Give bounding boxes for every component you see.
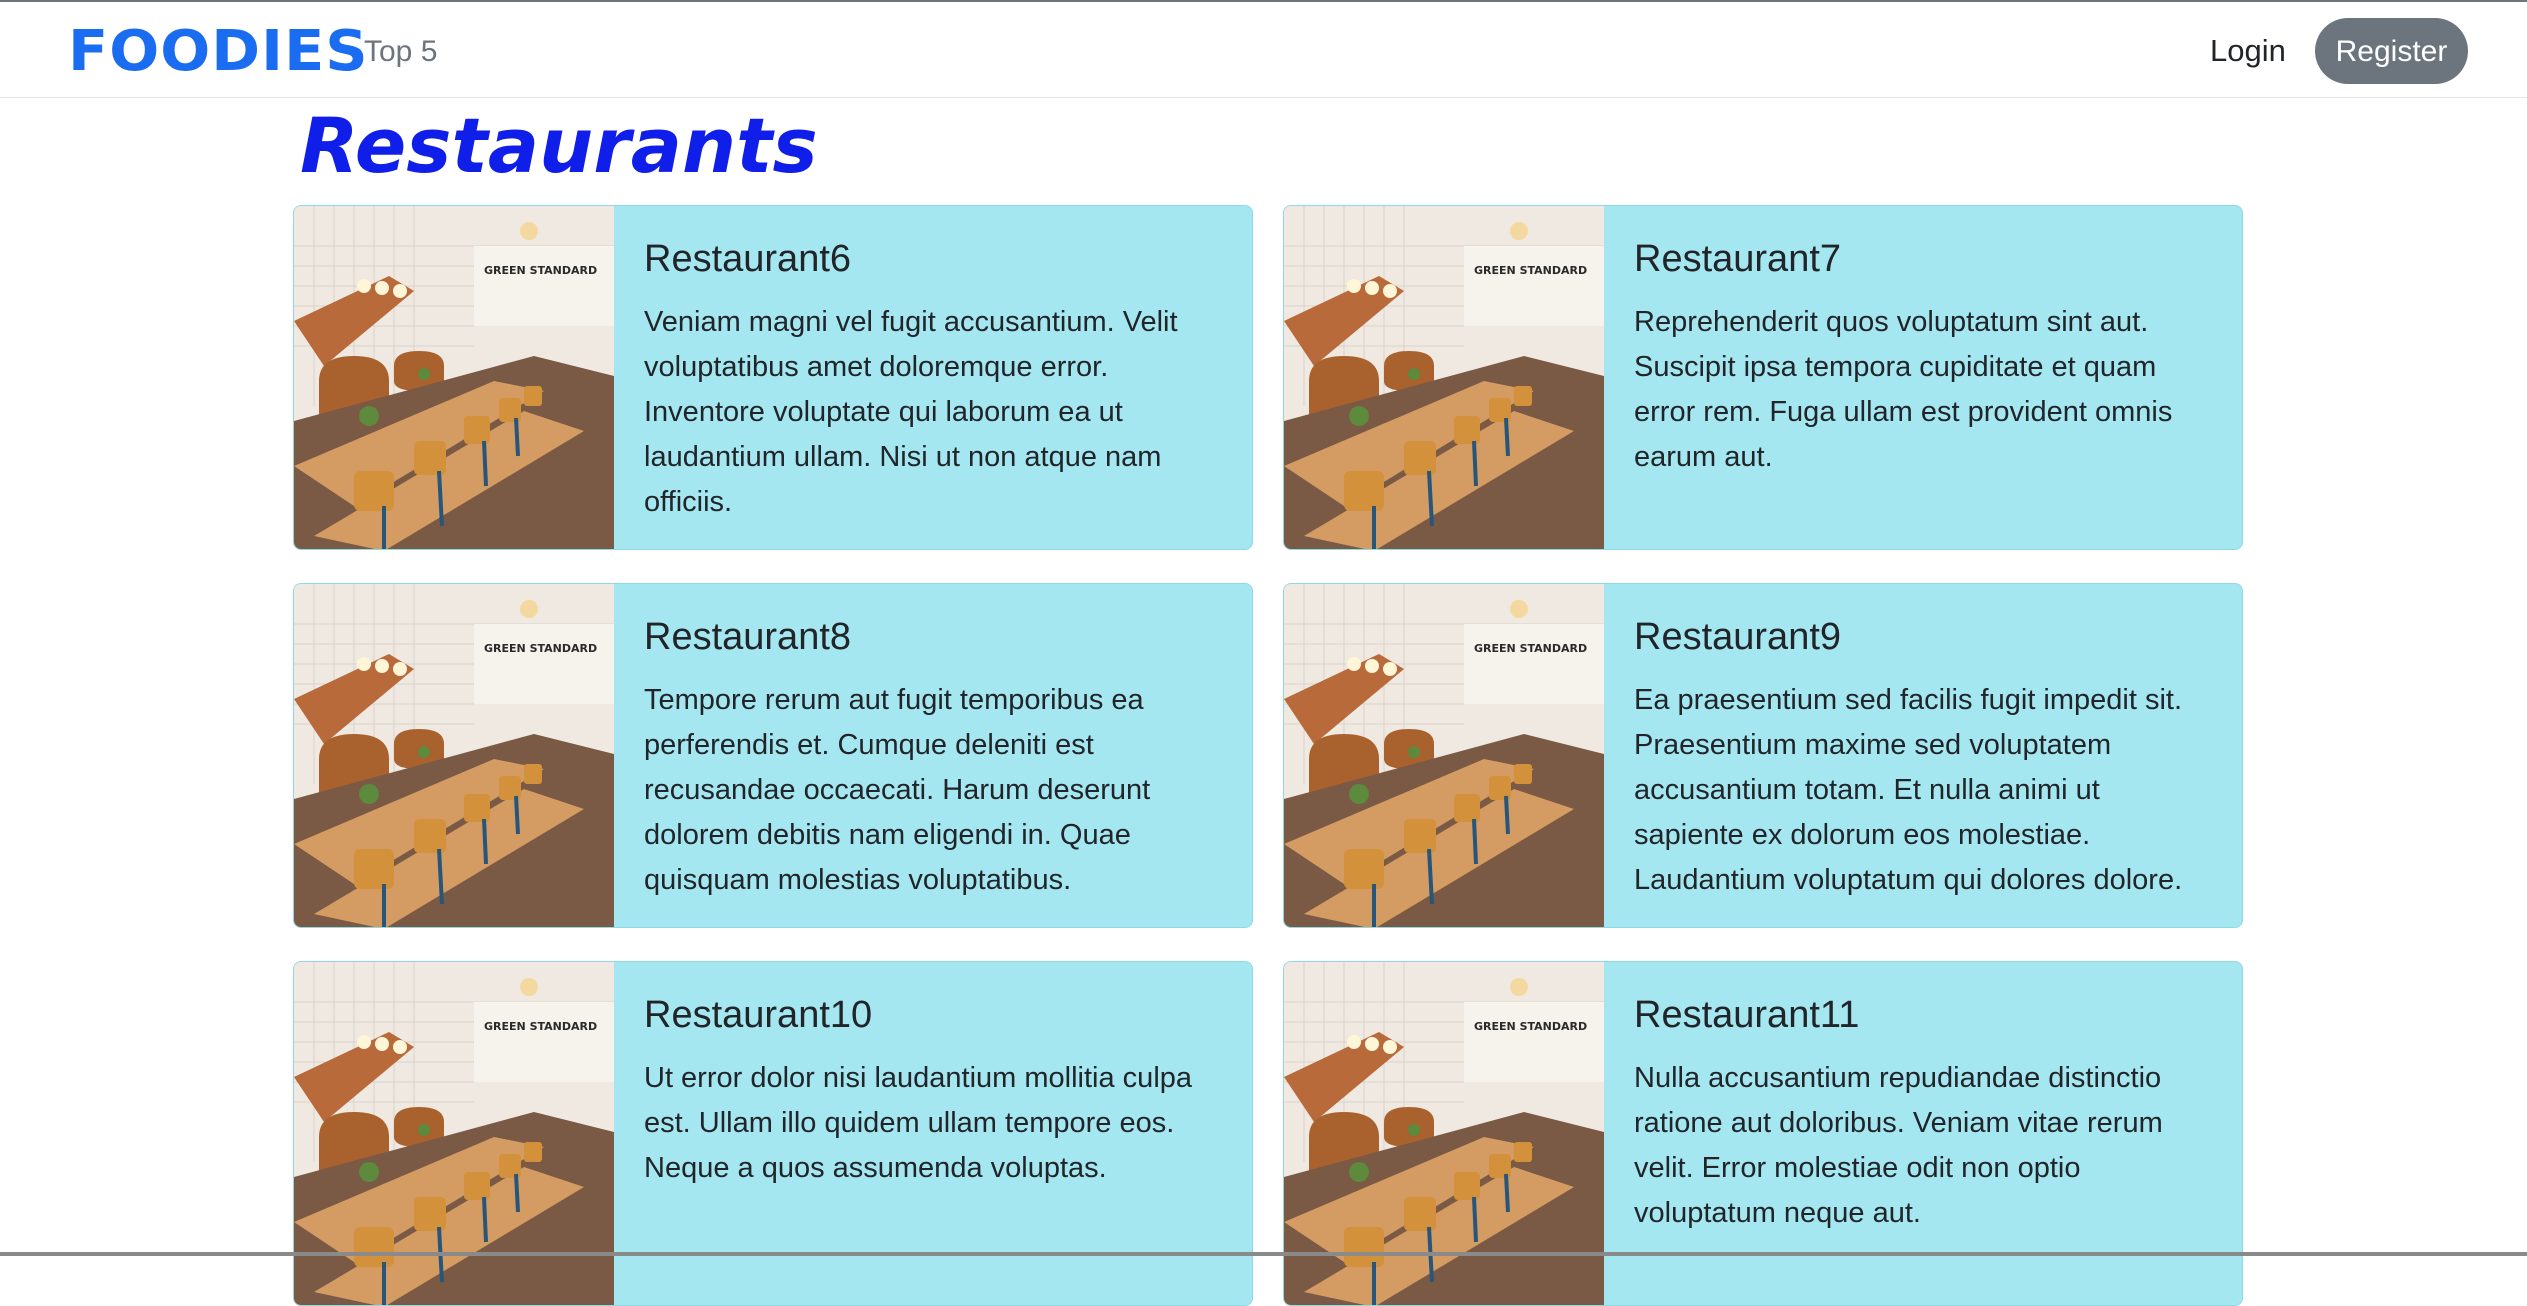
- restaurant-photo-icon: GREEN STANDARD: [294, 584, 614, 927]
- restaurant-name: Restaurant10: [644, 994, 873, 1036]
- card-body: Restaurant7 Reprehenderit quos voluptatu…: [1604, 206, 2242, 549]
- nav-link-top5[interactable]: Top 5: [364, 32, 437, 72]
- login-link[interactable]: Login: [2210, 30, 2286, 72]
- restaurant-name: Restaurant6: [644, 238, 852, 280]
- page-title: Restaurants: [300, 101, 818, 190]
- restaurant-description: Ea praesentium sed facilis fugit impedit…: [1634, 684, 2183, 896]
- restaurant-name: Restaurant9: [1634, 616, 1842, 658]
- svg-text:GREEN STANDARD: GREEN STANDARD: [484, 642, 597, 655]
- card-body: Restaurant8 Tempore rerum aut fugit temp…: [614, 584, 1252, 927]
- card-body: Restaurant9 Ea praesentium sed facilis f…: [1604, 584, 2242, 927]
- restaurant-description: Tempore rerum aut fugit temporibus ea pe…: [644, 684, 1151, 896]
- restaurant-photo-icon: GREEN STANDARD: [1284, 584, 1604, 927]
- svg-text:GREEN STANDARD: GREEN STANDARD: [1474, 264, 1587, 277]
- register-button[interactable]: Register: [2315, 18, 2468, 84]
- restaurant-description: Ut error dolor nisi laudantium mollitia …: [644, 1062, 1193, 1184]
- window-bottom-border: [0, 1252, 2527, 1256]
- restaurant-photo-icon: GREEN STANDARD: [1284, 206, 1604, 549]
- restaurant-description: Reprehenderit quos voluptatum sint aut. …: [1634, 306, 2173, 473]
- restaurant-name: Restaurant8: [644, 616, 852, 658]
- restaurant-description: Veniam magni vel fugit accusantium. Veli…: [644, 306, 1178, 518]
- restaurant-image: GREEN STANDARD: [294, 206, 614, 549]
- restaurant-card[interactable]: GREEN STANDARD Restaura: [293, 205, 1253, 550]
- restaurant-card[interactable]: GREEN STANDARD Restaura: [293, 583, 1253, 928]
- svg-text:GREEN STANDARD: GREEN STANDARD: [1474, 642, 1587, 655]
- svg-text:GREEN STANDARD: GREEN STANDARD: [484, 264, 597, 277]
- restaurant-name: Restaurant11: [1634, 994, 1860, 1036]
- restaurant-image: GREEN STANDARD: [1284, 206, 1604, 549]
- restaurant-description: Nulla accusantium repudiandae distinctio…: [1634, 1062, 2163, 1229]
- card-body: Restaurant6 Veniam magni vel fugit accus…: [614, 206, 1252, 549]
- restaurant-card[interactable]: GREEN STANDARD Restaura: [1283, 205, 2243, 550]
- restaurant-name: Restaurant7: [1634, 238, 1842, 280]
- svg-text:GREEN STANDARD: GREEN STANDARD: [484, 1020, 597, 1033]
- navbar: FOODIES Top 5 Login Register: [0, 2, 2527, 98]
- restaurant-image: GREEN STANDARD: [1284, 584, 1604, 927]
- restaurant-image: GREEN STANDARD: [294, 584, 614, 927]
- brand-logo[interactable]: FOODIES: [68, 20, 369, 84]
- restaurant-photo-icon: GREEN STANDARD: [294, 206, 614, 549]
- restaurant-card[interactable]: GREEN STANDARD Restaura: [1283, 583, 2243, 928]
- svg-text:GREEN STANDARD: GREEN STANDARD: [1474, 1020, 1587, 1033]
